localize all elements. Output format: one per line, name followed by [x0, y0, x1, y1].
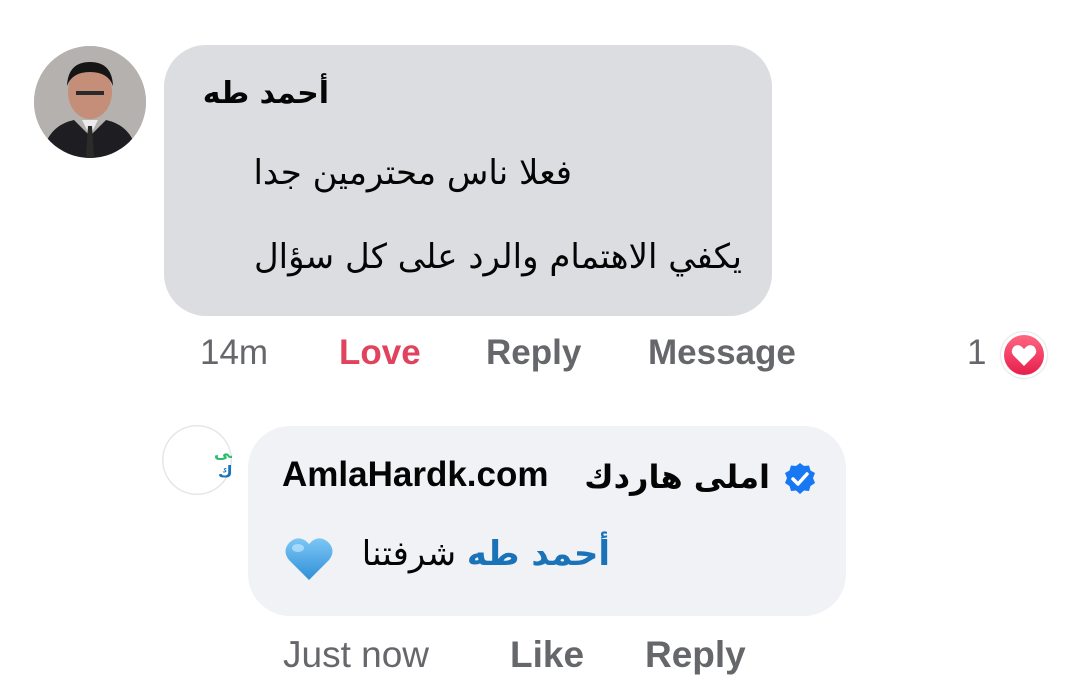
reply-author-latin: AmlaHardk.com: [282, 455, 549, 494]
verified-badge-icon: [783, 462, 817, 496]
commenter-avatar[interactable]: [34, 46, 146, 158]
comment-timestamp[interactable]: 14m: [200, 333, 268, 373]
reply-text: أحمد طه شرفتنا: [282, 530, 612, 584]
reaction-count[interactable]: 1: [967, 333, 986, 373]
svg-text:هاردك: هاردك: [218, 462, 232, 481]
comment-author-name[interactable]: أحمد طه: [200, 76, 329, 111]
reply-author-name[interactable]: AmlaHardk.com املى هاردك: [282, 455, 770, 499]
page-avatar[interactable]: املى هاردك: [162, 425, 267, 495]
comment-text-line-1: فعلا ناس محترمين جدا: [253, 153, 572, 193]
svg-text:املى: املى: [214, 443, 232, 462]
heart-reaction-icon[interactable]: [1001, 332, 1047, 378]
avatar-photo: [34, 46, 146, 158]
mention-link[interactable]: أحمد طه: [467, 534, 610, 574]
message-button[interactable]: Message: [648, 333, 796, 373]
heart-glyph-icon: [1011, 345, 1037, 366]
reply-reply-button[interactable]: Reply: [645, 634, 746, 676]
like-button[interactable]: Like: [510, 634, 584, 676]
reply-timestamp[interactable]: Just now: [283, 634, 429, 676]
reply-message: شرفتنا: [361, 534, 457, 574]
blue-heart-icon: [285, 538, 333, 580]
amlahardk-logo-icon: املى هاردك: [162, 425, 267, 495]
reply-body: أحمد طه شرفتنا: [346, 534, 610, 574]
love-reaction-button[interactable]: Love: [339, 333, 421, 373]
comment-text-line-2: يكفي الاهتمام والرد على كل سؤال: [253, 237, 742, 277]
reply-button[interactable]: Reply: [486, 333, 581, 373]
reply-author-arabic: املى هاردك: [584, 458, 770, 496]
